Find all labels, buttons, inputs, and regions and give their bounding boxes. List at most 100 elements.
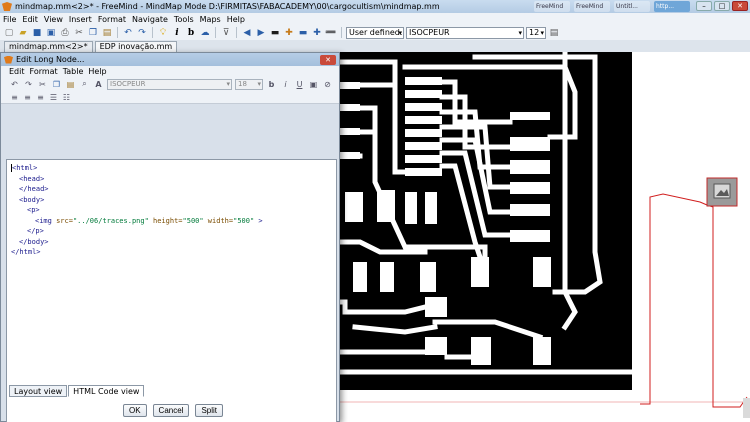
print-icon[interactable]: ⎙ bbox=[59, 27, 71, 39]
code-line: <p> bbox=[11, 205, 332, 216]
code-line: </p> bbox=[11, 226, 332, 237]
undo-icon[interactable]: ↶ bbox=[122, 27, 134, 39]
ghost-window-3[interactable]: Untitl... bbox=[614, 1, 650, 12]
redo-icon[interactable]: ↷ bbox=[136, 27, 148, 39]
dialog-menu-help[interactable]: Help bbox=[88, 67, 106, 76]
dialog-view-tabs: Layout view HTML Code view bbox=[9, 385, 145, 398]
save-icon[interactable]: ■ bbox=[31, 27, 43, 39]
menu-format[interactable]: Format bbox=[98, 15, 126, 24]
toolbar-separator bbox=[215, 27, 216, 38]
menu-view[interactable]: View bbox=[44, 15, 63, 24]
dialog-menu-edit[interactable]: Edit bbox=[9, 67, 25, 76]
node-down-icon[interactable]: ▬ bbox=[297, 27, 309, 39]
code-line: <body> bbox=[11, 195, 332, 206]
zoom-in-icon[interactable]: ✚ bbox=[283, 27, 295, 39]
code-text: </body> bbox=[19, 237, 49, 246]
back-icon[interactable]: ◀ bbox=[241, 27, 253, 39]
mindmap-canvas[interactable] bbox=[335, 52, 750, 422]
font-style-icon[interactable]: A bbox=[93, 79, 104, 90]
text-color-icon[interactable]: ▣ bbox=[308, 79, 319, 90]
menu-help[interactable]: Help bbox=[227, 15, 245, 24]
dialog-toolbar: ↶ ↷ ✂ ❐ ▤ ⌕ A ISOCPEUR 18 b i U ▣ ⊘ bbox=[1, 77, 339, 91]
code-line: </body> bbox=[11, 237, 332, 248]
numbered-list-icon[interactable]: ☷ bbox=[61, 92, 72, 102]
menu-file[interactable]: File bbox=[3, 15, 16, 24]
align-center-icon[interactable]: ≡ bbox=[22, 92, 33, 102]
menu-edit[interactable]: Edit bbox=[22, 15, 38, 24]
paste-icon[interactable]: ▤ bbox=[65, 79, 76, 90]
maximize-button[interactable]: □ bbox=[714, 1, 730, 11]
code-line: </html> bbox=[11, 247, 332, 258]
font-select[interactable]: ISOCPEUR bbox=[406, 26, 524, 39]
dialog-font-select[interactable]: ISOCPEUR bbox=[107, 78, 232, 90]
map-tabs: mindmap.mm<2>* EDP inovação.mm bbox=[0, 40, 750, 52]
window-controls: – □ ✕ bbox=[696, 1, 748, 11]
node-plus-icon[interactable]: ✚ bbox=[311, 27, 323, 39]
toolbar-separator bbox=[152, 27, 153, 38]
zoom-out-icon[interactable]: ▬ bbox=[269, 27, 281, 39]
italic-icon[interactable]: i bbox=[171, 27, 183, 39]
underline-icon[interactable]: U bbox=[294, 79, 305, 90]
filter-icon[interactable]: ⊽ bbox=[220, 27, 232, 39]
tab-edp-inovacao[interactable]: EDP inovação.mm bbox=[94, 41, 178, 52]
menu-navigate[interactable]: Navigate bbox=[132, 15, 168, 24]
dialog-app-icon bbox=[4, 55, 13, 64]
idea-icon[interactable]: 💡︎ bbox=[157, 27, 169, 39]
style-select[interactable]: User defined. bbox=[346, 26, 404, 39]
code-line: <html> bbox=[11, 163, 332, 174]
bold-icon[interactable]: b bbox=[185, 27, 197, 39]
pcb-traces-image bbox=[335, 52, 750, 422]
paste-icon[interactable]: ▤ bbox=[101, 27, 113, 39]
redo-icon[interactable]: ↷ bbox=[23, 79, 34, 90]
undo-icon[interactable]: ↶ bbox=[9, 79, 20, 90]
code-text: </head> bbox=[19, 185, 49, 193]
cut-icon[interactable]: ✂ bbox=[73, 27, 85, 39]
size-spinner-icon[interactable]: ▤ bbox=[548, 27, 560, 39]
close-button[interactable]: ✕ bbox=[732, 1, 748, 11]
align-left-icon[interactable]: ≡ bbox=[9, 92, 20, 102]
dialog-size-select[interactable]: 18 bbox=[235, 78, 263, 90]
toolbar-separator bbox=[117, 27, 118, 38]
save-as-icon[interactable]: ▣ bbox=[45, 27, 57, 39]
menu-maps[interactable]: Maps bbox=[200, 15, 221, 24]
cloud-icon[interactable]: ☁ bbox=[199, 27, 211, 39]
code-text: <body> bbox=[19, 195, 45, 204]
copy-icon[interactable]: ❐ bbox=[51, 79, 62, 90]
tab-layout-view[interactable]: Layout view bbox=[9, 385, 68, 397]
menu-tools[interactable]: Tools bbox=[174, 15, 194, 24]
split-button[interactable]: Split bbox=[195, 404, 224, 417]
dialog-menu-format[interactable]: Format bbox=[30, 67, 58, 76]
bold-icon[interactable]: b bbox=[266, 79, 277, 90]
clear-format-icon[interactable]: ⊘ bbox=[322, 79, 333, 90]
toolbar-separator bbox=[236, 27, 237, 38]
new-map-icon[interactable]: ▢ bbox=[3, 27, 15, 39]
code-text: </p> bbox=[27, 227, 44, 235]
cut-icon[interactable]: ✂ bbox=[37, 79, 48, 90]
dialog-menu-bar: Edit Format Table Help bbox=[1, 66, 339, 77]
cancel-button[interactable]: Cancel bbox=[152, 404, 190, 417]
open-icon[interactable]: ▰ bbox=[17, 27, 29, 39]
dialog-buttons: OK Cancel Split bbox=[1, 404, 341, 417]
dialog-menu-table[interactable]: Table bbox=[63, 67, 84, 76]
copy-icon[interactable]: ❐ bbox=[87, 27, 99, 39]
align-right-icon[interactable]: ≡ bbox=[35, 92, 46, 102]
find-icon[interactable]: ⌕ bbox=[79, 79, 90, 90]
tab-mindmap[interactable]: mindmap.mm<2>* bbox=[4, 41, 93, 52]
tab-html-code-view[interactable]: HTML Code view bbox=[68, 385, 145, 397]
forward-icon[interactable]: ▶ bbox=[255, 27, 267, 39]
ghost-window-2[interactable]: FreeMind bbox=[574, 1, 610, 12]
size-select[interactable]: 12 bbox=[526, 26, 546, 39]
dialog-close-button[interactable]: ✕ bbox=[320, 55, 336, 65]
ok-button[interactable]: OK bbox=[122, 404, 147, 417]
code-text: <head> bbox=[19, 174, 45, 183]
menu-insert[interactable]: Insert bbox=[69, 15, 92, 24]
node-minus-icon[interactable]: ➖ bbox=[325, 27, 337, 39]
ghost-window-4[interactable]: http... bbox=[654, 1, 690, 12]
dialog-paragraph-toolbar: ≡ ≡ ≡ ☰ ☷ bbox=[1, 91, 339, 104]
ghost-window-1[interactable]: FreeMind bbox=[534, 1, 570, 12]
italic-icon[interactable]: i bbox=[280, 79, 291, 90]
html-code-editor[interactable]: <html> <head> </head> <body> <p> <img src="..… bbox=[6, 159, 337, 422]
bullet-list-icon[interactable]: ☰ bbox=[48, 92, 59, 102]
minimize-button[interactable]: – bbox=[696, 1, 712, 11]
dialog-title-bar: Edit Long Node... ✕ bbox=[1, 53, 339, 66]
